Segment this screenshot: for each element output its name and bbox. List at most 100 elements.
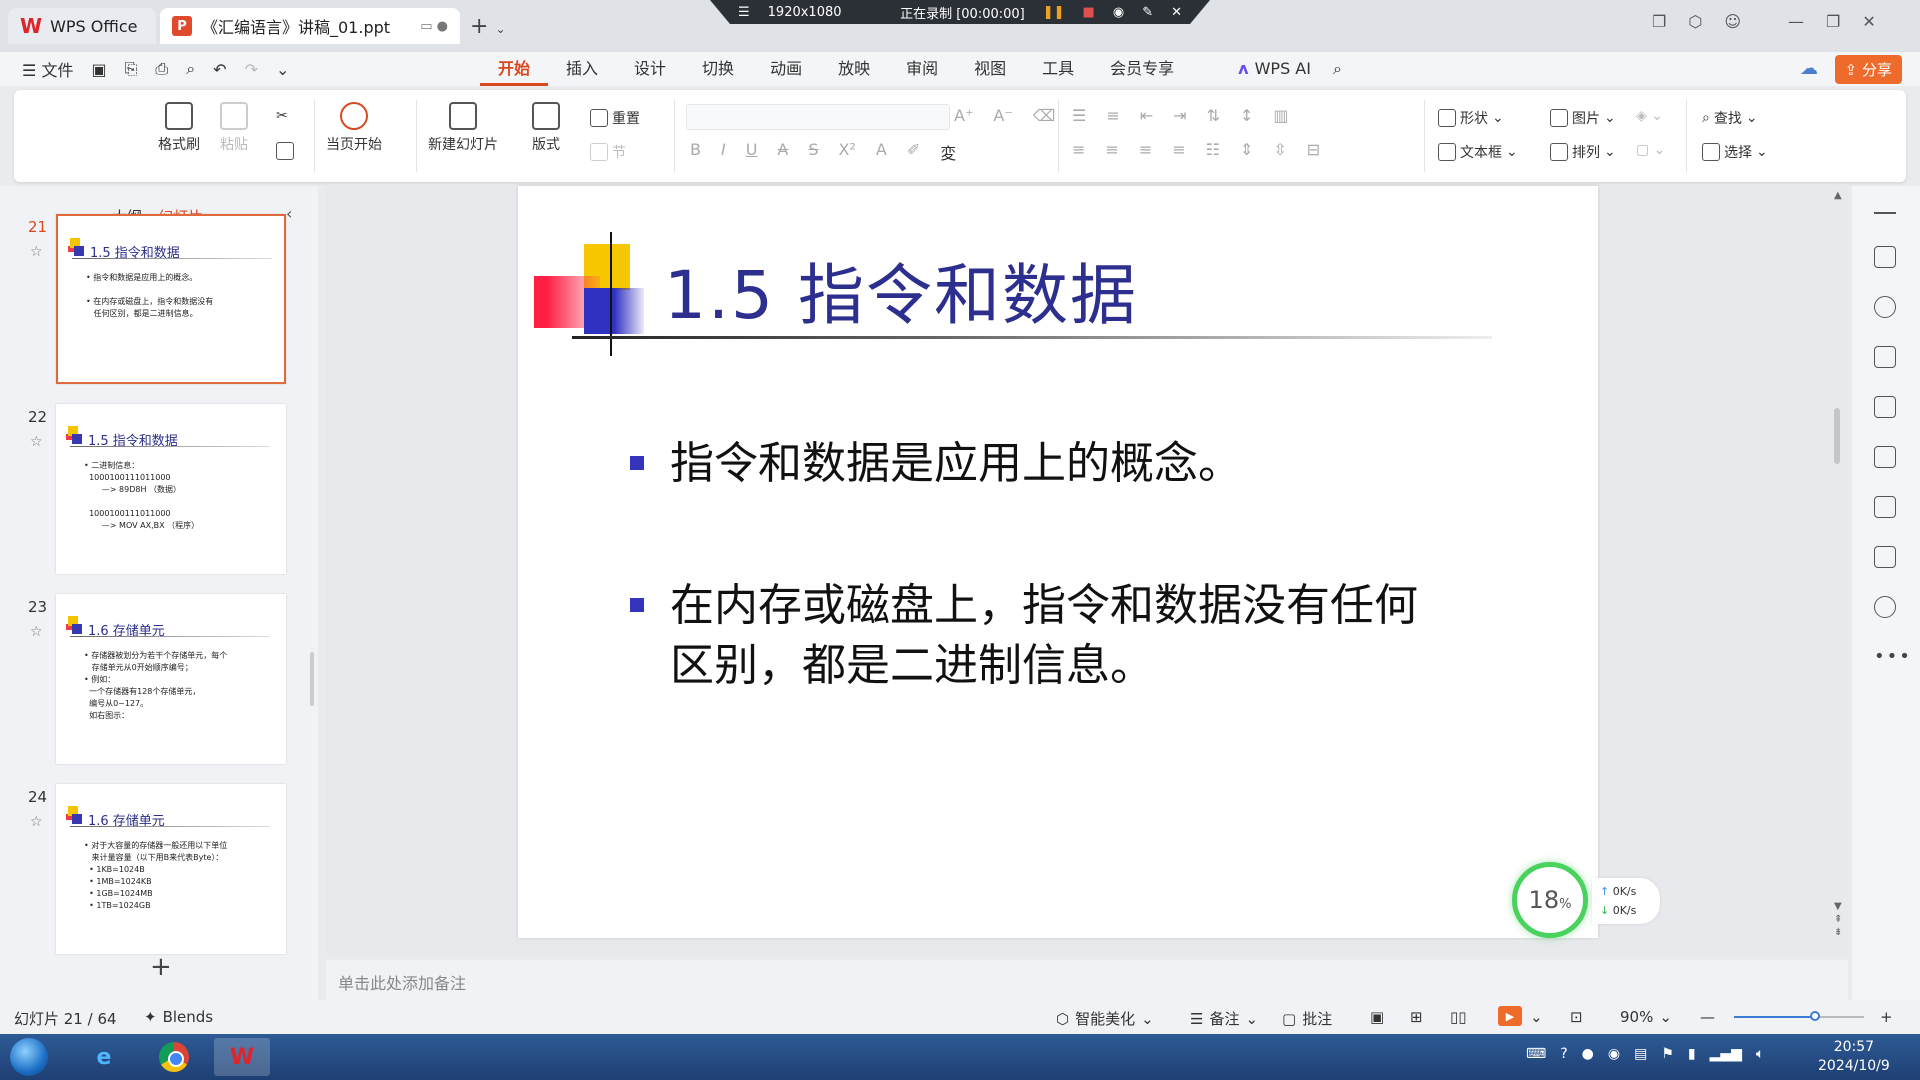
tab-6[interactable]: 放映 xyxy=(820,52,888,86)
internet-explorer-icon[interactable]: e xyxy=(76,1038,132,1076)
star-icon[interactable] xyxy=(1874,296,1896,318)
adjust-icon[interactable] xyxy=(1874,246,1896,268)
restore-button[interactable]: ❐ xyxy=(1826,12,1840,31)
bullets-icon[interactable]: ☰ xyxy=(1072,106,1086,125)
smart-art-icon[interactable]: ⊟ xyxy=(1307,140,1320,159)
network-icon[interactable]: ▂▄▆ xyxy=(1710,1046,1742,1062)
underline-icon[interactable]: U xyxy=(746,140,758,164)
scroll-up-icon[interactable]: ▲ xyxy=(1834,190,1842,201)
text-direction-icon[interactable]: ⇅ xyxy=(1207,106,1220,125)
customize-dropdown-icon[interactable]: ⌄ xyxy=(276,60,289,79)
performance-widget[interactable]: 18% ↑ 0K/s ↓ 0K/s xyxy=(1512,862,1662,938)
zoom-slider-knob[interactable] xyxy=(1809,1011,1820,1021)
share-people-icon[interactable] xyxy=(1874,546,1896,568)
comments-button[interactable]: ▢ 批注 xyxy=(1282,1008,1332,1029)
thumbnail-scrollbar[interactable] xyxy=(310,652,314,706)
align-right-icon[interactable]: ≡ xyxy=(1139,140,1152,159)
tab-3[interactable]: 设计 xyxy=(616,52,684,86)
avatar[interactable]: ☺ xyxy=(1724,12,1741,31)
notes-toggle-button[interactable]: ☰ 备注 ⌄ xyxy=(1190,1008,1258,1029)
start-button-icon[interactable] xyxy=(10,1038,48,1076)
animation-icon[interactable] xyxy=(1874,396,1896,418)
help-icon[interactable] xyxy=(1874,596,1896,618)
tab-8[interactable]: 视图 xyxy=(956,52,1024,86)
slide-bullet-1[interactable]: 指令和数据是应用上的概念。 xyxy=(630,434,1430,494)
slide-bullet-2[interactable]: 在内存或磁盘上，指令和数据没有任何区别，都是二进制信息。 xyxy=(630,576,1430,696)
strikethrough-icon[interactable]: A xyxy=(777,140,788,164)
font-grow-icon[interactable]: A⁺ xyxy=(954,106,973,125)
book-icon[interactable] xyxy=(1874,496,1896,518)
tab-7[interactable]: 审阅 xyxy=(888,52,956,86)
tab-5[interactable]: 动画 xyxy=(752,52,820,86)
scroll-down-icons[interactable]: ▼ ⇞ ⇟ xyxy=(1834,900,1842,939)
copy-icon[interactable] xyxy=(276,142,294,160)
redo-icon[interactable]: ↷ xyxy=(245,60,258,79)
system-clock[interactable]: 20:57 2024/10/9 xyxy=(1818,1038,1890,1076)
thumbnail-star-icon[interactable]: ☆ xyxy=(30,244,43,260)
grid-view-icon[interactable]: ⊞ xyxy=(1410,1008,1423,1026)
close-button[interactable]: ✕ xyxy=(1862,12,1875,31)
justify-icon[interactable]: ≡ xyxy=(1172,140,1185,159)
fill-icon[interactable]: ◈ ⌄ xyxy=(1636,108,1663,124)
picture-button[interactable]: 图片 ⌄ xyxy=(1550,108,1616,128)
display-tray-icon[interactable]: ▤ xyxy=(1634,1046,1647,1062)
fit-window-icon[interactable]: ⊡ xyxy=(1570,1008,1583,1026)
thumbnail-star-icon[interactable]: ☆ xyxy=(30,434,43,450)
slide-thumbnail[interactable]: 1.6 存储单元 • 对于大容量的存储器一般还用以下单位 来计量容量（以下用B来代… xyxy=(56,784,286,954)
file-menu[interactable]: ☰ 文件 xyxy=(22,57,73,81)
keyboard-icon[interactable]: ⌨ xyxy=(1526,1046,1546,1062)
thumbnail-star-icon[interactable]: ☆ xyxy=(30,624,43,640)
recorder-pen-icon[interactable]: ✎ xyxy=(1142,5,1153,20)
slide-thumbnail[interactable]: 1.5 指令和数据 • 指令和数据是应用上的概念。 • 在内存或磁盘上，指令和数据… xyxy=(56,214,286,384)
thumbnail-star-icon[interactable]: ☆ xyxy=(30,814,43,830)
select-button[interactable]: 选择 ⌄ xyxy=(1702,142,1768,162)
tab-document[interactable]: P 《汇编语言》讲稿_01.ppt ▭ ● xyxy=(160,8,460,44)
new-tab-button[interactable]: + ⌄ xyxy=(470,14,506,39)
align-center-icon[interactable]: ≡ xyxy=(1105,140,1118,159)
wps-ai-button[interactable]: ʌ WPS AI ⌕ xyxy=(1220,52,1360,86)
volume-icon[interactable]: 🔈︎ xyxy=(1756,1046,1764,1062)
shadow-icon[interactable]: S xyxy=(808,140,818,164)
current-slide[interactable]: 1.5 指令和数据 指令和数据是应用上的概念。 在内存或磁盘上，指令和数据没有任… xyxy=(518,186,1598,938)
zoom-out-button[interactable]: — xyxy=(1700,1008,1715,1026)
distribute-icon[interactable]: ☷ xyxy=(1206,140,1220,159)
tools-icon[interactable] xyxy=(1874,446,1896,468)
theme-indicator[interactable]: ✦ Blends xyxy=(144,1008,213,1026)
tab-4[interactable]: 切换 xyxy=(684,52,752,86)
undo-icon[interactable]: ↶ xyxy=(213,60,226,79)
recorder-menu-icon[interactable]: ☰ xyxy=(738,5,750,20)
tab-10[interactable]: 会员专享 xyxy=(1092,52,1192,86)
window-layout-icon[interactable]: ❐ xyxy=(1652,12,1666,31)
new-slide-button[interactable]: 新建幻灯片 xyxy=(428,102,498,154)
font-color-icon[interactable]: A xyxy=(876,140,887,164)
line-spacing-icon[interactable]: ↕ xyxy=(1240,106,1253,125)
cube-icon[interactable]: ⬡ xyxy=(1688,12,1702,31)
layout-button[interactable]: 版式 xyxy=(532,102,560,154)
find-button[interactable]: ⌕ 查找 ⌄ xyxy=(1702,108,1758,128)
tab-2[interactable]: 插入 xyxy=(548,52,616,86)
recorder-tray-icon[interactable]: ● xyxy=(1582,1046,1594,1062)
tab-wps-office[interactable]: W WPS Office xyxy=(8,8,156,44)
textbox-button[interactable]: 文本框 ⌄ xyxy=(1438,142,1518,162)
paragraph-spacing-icon[interactable]: ⇕ xyxy=(1240,140,1253,159)
clear-format-icon[interactable]: ⌫ xyxy=(1033,106,1056,125)
play-from-current-button[interactable]: 当页开始 xyxy=(326,102,382,154)
recorder-stop-icon[interactable]: ■ xyxy=(1083,5,1095,20)
zoom-in-button[interactable]: + xyxy=(1880,1008,1893,1026)
section-button[interactable]: 节 xyxy=(590,142,626,162)
format-painter-button[interactable]: 格式刷 xyxy=(158,102,200,154)
copy-layout-icon[interactable] xyxy=(1874,346,1896,368)
beautify-button[interactable]: ⬡ 智能美化 ⌄ xyxy=(1056,1008,1154,1029)
save-icon[interactable]: ▣ xyxy=(91,60,106,79)
print-preview-icon[interactable]: ⌕ xyxy=(186,59,195,79)
slide-thumbnail[interactable]: 1.5 指令和数据 • 二进制信息： 1000100111011000 —> 89… xyxy=(56,404,286,574)
app-tray-icon[interactable]: ◉ xyxy=(1608,1046,1620,1062)
collapse-panel-icon[interactable]: ‹ xyxy=(286,204,292,223)
print-icon[interactable]: ⎙ xyxy=(155,59,168,79)
reading-view-icon[interactable]: ▯▯ xyxy=(1450,1008,1467,1026)
italic-icon[interactable]: I xyxy=(721,140,726,164)
increase-indent-icon[interactable]: ⇥ xyxy=(1173,106,1186,125)
cloud-upload-icon[interactable]: ☁ xyxy=(1800,58,1818,79)
wps-taskbar-icon[interactable]: W xyxy=(214,1038,270,1076)
collapse-sidebar-icon[interactable] xyxy=(1874,212,1896,214)
